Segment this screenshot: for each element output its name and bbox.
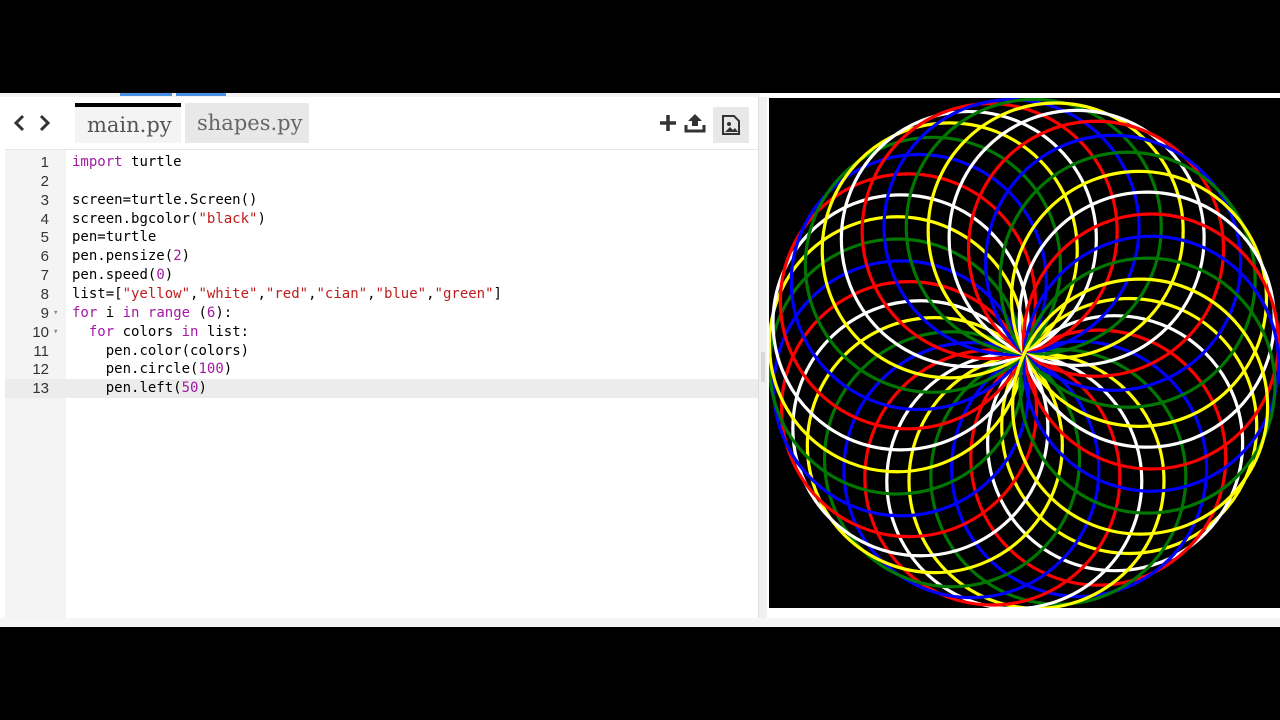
turtle-canvas xyxy=(767,97,1280,611)
tab-main-py[interactable]: main.py xyxy=(75,103,181,143)
code-editor: main.py shapes.py 1 import turtle 2 3 screen… xyxy=(5,97,759,619)
upload-button[interactable] xyxy=(682,110,708,136)
code-line[interactable]: 9 ▾ for i in range (6): xyxy=(5,304,758,323)
forward-button[interactable] xyxy=(33,112,55,134)
code-line[interactable]: 11 pen.color(colors) xyxy=(5,342,758,361)
line-number: 12 xyxy=(32,361,49,379)
line-number: 1 xyxy=(40,154,49,171)
code-line[interactable]: 5 pen=turtle xyxy=(5,228,758,247)
line-number: 3 xyxy=(40,191,49,209)
code-line[interactable]: 10 ▾ for colors in list: xyxy=(5,323,758,342)
bottom-bar xyxy=(0,618,1280,627)
line-number: 11 xyxy=(33,342,49,360)
code-line[interactable]: 6 pen.pensize(2) xyxy=(5,247,758,266)
code-line[interactable]: 1 import turtle xyxy=(5,153,758,172)
image-library-button[interactable] xyxy=(713,107,749,143)
code-line[interactable]: 3 screen=turtle.Screen() xyxy=(5,191,758,210)
code-text: screen.bgcolor("black") xyxy=(72,210,266,227)
line-number: 5 xyxy=(40,229,49,247)
top-strip-segment xyxy=(176,93,226,96)
code-text: pen.speed(0) xyxy=(72,267,174,284)
code-text: pen=turtle xyxy=(72,229,157,246)
splitter-grip xyxy=(761,352,765,382)
tab-label: main.py xyxy=(87,113,172,137)
image-icon xyxy=(722,115,740,135)
code-text: pen.pensize(2) xyxy=(72,248,191,265)
code-text: for i in range (6): xyxy=(72,304,233,321)
line-number: 2 xyxy=(40,172,49,190)
code-text: screen=turtle.Screen() xyxy=(72,191,258,208)
fold-arrow-icon[interactable]: ▾ xyxy=(53,304,58,323)
fold-arrow-icon[interactable]: ▾ xyxy=(53,323,58,342)
code-area[interactable]: 1 import turtle 2 3 screen=turtle.Screen() 4 s… xyxy=(5,149,758,619)
line-number: 10 xyxy=(32,323,49,341)
chevron-right-icon xyxy=(39,114,51,132)
pane-splitter[interactable] xyxy=(759,97,767,618)
code-text: pen.left(50) xyxy=(105,380,207,397)
code-text: for colors in list: xyxy=(88,323,250,340)
line-number: 6 xyxy=(40,248,49,266)
line-number: 7 xyxy=(40,267,49,285)
code-line[interactable]: 4 screen.bgcolor("black") xyxy=(5,210,758,229)
code-line[interactable]: 2 xyxy=(5,172,758,191)
tab-shapes-py[interactable]: shapes.py xyxy=(185,103,309,143)
tab-label: shapes.py xyxy=(197,111,303,135)
upload-icon xyxy=(684,114,706,133)
top-strip-segment xyxy=(120,93,172,96)
code-line[interactable]: 13 pen.left(50) xyxy=(5,379,758,399)
plus-icon xyxy=(660,115,676,131)
tab-bar: main.py shapes.py xyxy=(5,97,758,149)
code-line[interactable]: 7 pen.speed(0) xyxy=(5,266,758,285)
back-button[interactable] xyxy=(9,112,31,134)
code-line[interactable]: 8 list=["yellow","white","red","cian","bl… xyxy=(5,285,758,304)
trinket-app: main.py shapes.py 1 import turtle 2 3 screen… xyxy=(0,93,1280,627)
chevron-left-icon xyxy=(13,114,25,132)
code-line[interactable]: 12 pen.circle(100) xyxy=(5,360,758,379)
line-number: 4 xyxy=(40,210,49,228)
line-number: 8 xyxy=(40,285,49,303)
code-text: list=["yellow","white","red","cian","blu… xyxy=(72,285,502,302)
line-number: 9 xyxy=(40,304,49,322)
add-file-button[interactable] xyxy=(655,110,681,136)
code-text: pen.circle(100) xyxy=(105,361,233,378)
line-number: 13 xyxy=(32,380,49,398)
code-text: import turtle xyxy=(72,154,182,170)
turtle-output xyxy=(767,97,1280,611)
code-text: pen.color(colors) xyxy=(105,342,250,359)
